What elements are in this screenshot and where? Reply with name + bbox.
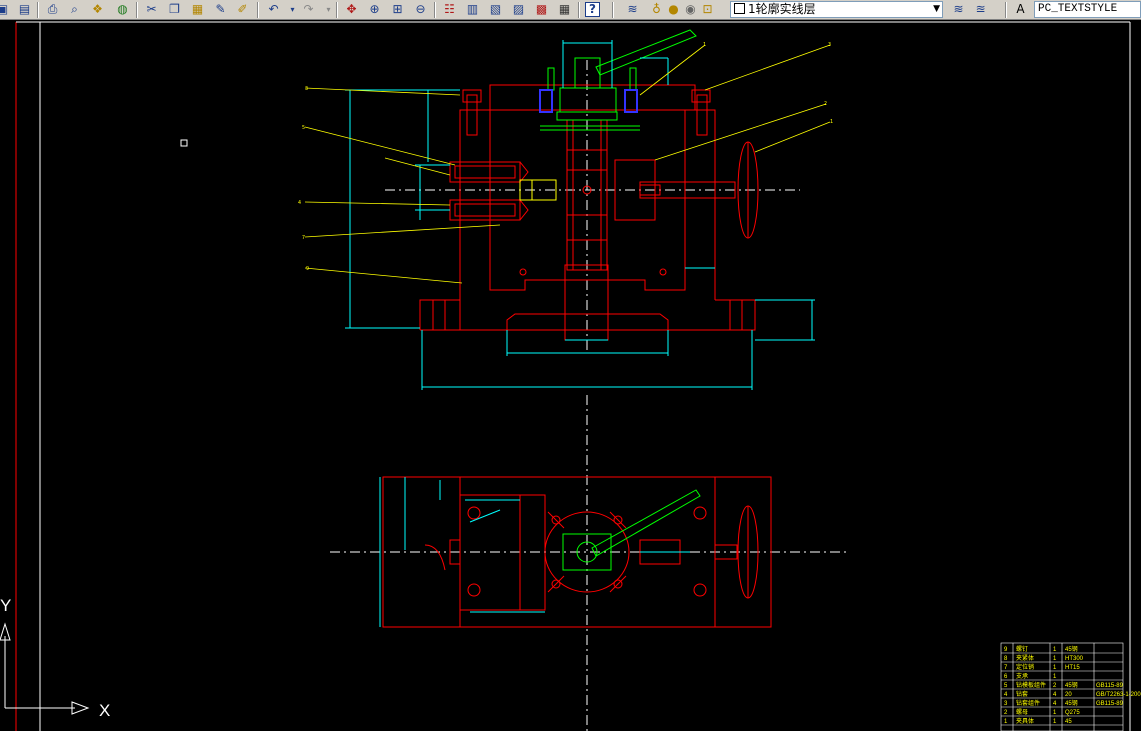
bom-cell: GB115-89 xyxy=(1096,701,1124,707)
zoom-realtime-icon[interactable]: ⊕ xyxy=(366,1,383,18)
svg-text:4: 4 xyxy=(298,200,301,206)
block-editor-icon[interactable]: ✐ xyxy=(234,1,251,18)
bom-cell: 定位销 xyxy=(1016,663,1034,671)
bom-cell: 夹紧体 xyxy=(1016,654,1034,662)
print-icon[interactable]: ⎙ xyxy=(44,1,61,18)
svg-text:3: 3 xyxy=(828,42,831,48)
zoom-window-icon[interactable]: ⊞ xyxy=(389,1,406,18)
bom-cell: GB115-89 xyxy=(1096,683,1124,689)
redo-dropdown-icon[interactable]: ▾ xyxy=(320,1,337,18)
bom-cell: 钻模板组件 xyxy=(1016,681,1046,689)
3d-dwf-icon[interactable]: ◍ xyxy=(114,1,131,18)
redo-icon[interactable]: ↷ xyxy=(300,1,317,18)
layer-lock-icon[interactable]: ◉ xyxy=(682,1,699,18)
svg-text:1: 1 xyxy=(703,42,706,48)
markup-icon[interactable]: ▩ xyxy=(533,1,550,18)
standard-toolbar: ▣ ▤ ⎙ ⌕ ❖ ◍ ✂ ❐ ▦ ✎ ✐ ↶ ▾ ↷ ▾ ✥ ⊕ ⊞ ⊖ ☷ … xyxy=(0,0,1141,20)
svg-text:7: 7 xyxy=(302,235,305,241)
text-style-name: PC_TEXTSTYLE xyxy=(1038,3,1118,15)
tool-palettes-icon[interactable]: ▧ xyxy=(487,1,504,18)
bom-cell: Q275 xyxy=(1065,710,1080,716)
bom-cell: HT300 xyxy=(1065,656,1084,662)
undo-dropdown-icon[interactable]: ▾ xyxy=(284,1,301,18)
text-style-icon[interactable]: A xyxy=(1012,1,1029,18)
bom-cell: 45 xyxy=(1065,719,1072,725)
svg-text:5: 5 xyxy=(302,125,305,131)
layer-name: 1轮廓实线层 xyxy=(748,2,816,16)
bom-cell: 20 xyxy=(1065,692,1072,698)
layer-manager-icon[interactable]: ≋ xyxy=(624,1,641,18)
layer-dropdown[interactable]: 1轮廓实线层 ▼ xyxy=(730,1,943,18)
bom-cell: 45钢 xyxy=(1065,699,1078,707)
bom-cell: 钻套 xyxy=(1016,690,1028,698)
paste-icon[interactable]: ▦ xyxy=(189,1,206,18)
undo-icon[interactable]: ↶ xyxy=(265,1,282,18)
svg-text:1: 1 xyxy=(830,119,833,125)
bom-cell: HT15 xyxy=(1065,665,1080,671)
pan-icon[interactable]: ✥ xyxy=(343,1,360,18)
cut-icon[interactable]: ✂ xyxy=(143,1,160,18)
layer-on-icon[interactable]: ♁ xyxy=(648,1,665,18)
make-object-layer-current-icon[interactable]: ≋ xyxy=(950,1,967,18)
zoom-previous-icon[interactable]: ⊖ xyxy=(412,1,429,18)
save-icon[interactable]: ▤ xyxy=(16,1,33,18)
layer-color-icon[interactable]: ⊡ xyxy=(699,1,716,18)
sheet-set-icon[interactable]: ▨ xyxy=(510,1,527,18)
bom-cell: 45钢 xyxy=(1065,681,1078,689)
properties-icon[interactable]: ☷ xyxy=(441,1,458,18)
bom-cell: 45钢 xyxy=(1065,645,1078,653)
text-style-dropdown[interactable]: PC_TEXTSTYLE xyxy=(1034,1,1141,18)
bom-cell: GB/T2263-1-2000 xyxy=(1096,692,1141,698)
bom-cell: 支承 xyxy=(1016,672,1028,680)
bom-cell: 螺母 xyxy=(1016,708,1028,716)
ucs-x-label: X xyxy=(99,701,110,720)
bom-cell: 钻套组件 xyxy=(1016,699,1040,707)
drawing-canvas[interactable]: 3 5 4 7 9 1 3 2 1 9 螺钉 1 45钢8 夹紧体 1 HT3007 定位销… xyxy=(0,20,1141,731)
bom-cell: 螺钉 xyxy=(1016,645,1028,653)
publish-icon[interactable]: ❖ xyxy=(89,1,106,18)
svg-text:3: 3 xyxy=(305,86,308,92)
help-icon[interactable]: ? xyxy=(585,2,600,17)
print-preview-icon[interactable]: ⌕ xyxy=(66,1,83,18)
design-center-icon[interactable]: ▥ xyxy=(464,1,481,18)
svg-text:9: 9 xyxy=(306,266,309,272)
bom-cell: 夹具体 xyxy=(1016,717,1034,725)
match-properties-icon[interactable]: ✎ xyxy=(212,1,229,18)
svg-text:2: 2 xyxy=(824,101,827,107)
calculator-icon[interactable]: ▦ xyxy=(556,1,573,18)
layer-freeze-icon[interactable]: ● xyxy=(665,1,682,18)
layer-previous-icon[interactable]: ≊ xyxy=(972,1,989,18)
new-icon[interactable]: ▣ xyxy=(0,1,11,18)
ucs-y-label: Y xyxy=(0,596,11,615)
chevron-down-icon: ▼ xyxy=(933,4,940,14)
copy-icon[interactable]: ❐ xyxy=(166,1,183,18)
